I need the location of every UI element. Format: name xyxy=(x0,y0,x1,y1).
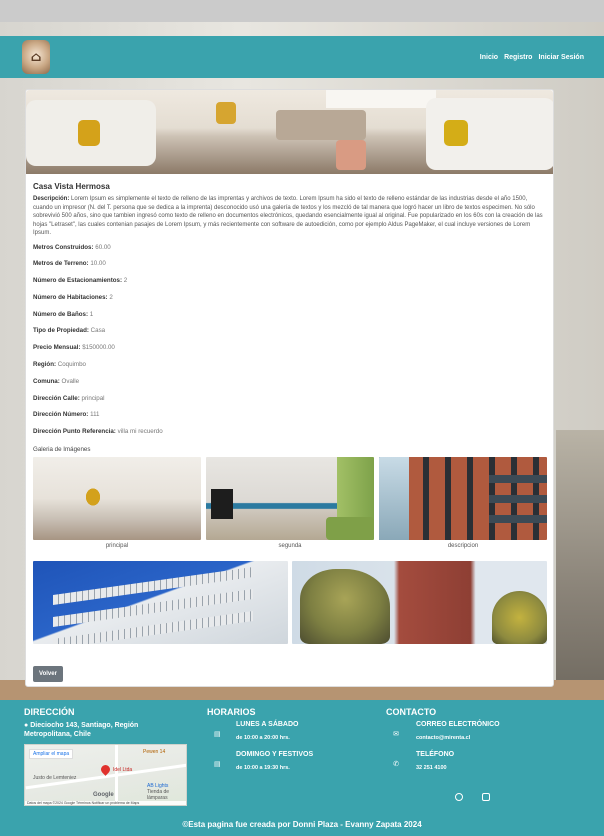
site-logo[interactable]: ⌂ xyxy=(22,40,50,74)
facebook-icon[interactable] xyxy=(455,793,463,801)
footer-copyright: ©Esta pagina fue creada por Donni Plaza … xyxy=(182,820,422,829)
field-metros-terreno: Metros de Terreno: 10.00 xyxy=(33,260,106,268)
gallery-caption: descripcion xyxy=(447,543,479,550)
footer-direccion-title: DIRECCIÓN xyxy=(24,707,75,717)
footer: DIRECCIÓN ● Dieciocho 143, Santiago, Reg… xyxy=(0,700,604,836)
gallery-image-descripcion[interactable] xyxy=(379,457,547,541)
nav-link-iniciar-sesion[interactable]: Iniciar Sesión xyxy=(538,54,584,61)
envelope-icon: ✉ xyxy=(393,731,399,738)
footer-contacto-title: CONTACTO xyxy=(386,707,437,717)
contacto-label: CORREO ELECTRÓNICO xyxy=(416,721,500,728)
browser-top-strip xyxy=(0,0,604,22)
gallery-image-principal[interactable] xyxy=(33,457,201,541)
field-region: Región: Coquimbo xyxy=(33,361,86,369)
footer-address: ● Dieciocho 143, Santiago, Región Metrop… xyxy=(24,722,139,738)
background-sofa xyxy=(556,430,604,700)
horario-value: de 10:00 a 19:30 hrs. xyxy=(236,765,290,771)
map-label: Justo de Lemteniez xyxy=(33,775,77,781)
field-direccion-numero: Dirección Número: 111 xyxy=(33,411,100,419)
google-map[interactable]: Ampliar el mapa Pewen 14 Idel Ltda Justo… xyxy=(24,744,187,806)
contacto-email[interactable]: contacto@mirenta.cl xyxy=(416,735,470,741)
map-ampliar-link[interactable]: Ampliar el mapa xyxy=(29,749,74,759)
field-precio-mensual: Precio Mensual: $150000.00 xyxy=(33,344,115,352)
field-banos: Número de Baños: 1 xyxy=(33,310,94,318)
volver-button[interactable]: Volver xyxy=(33,666,63,682)
field-punto-referencia: Dirección Punto Referencia: villa mi rec… xyxy=(33,428,163,436)
field-tipo-propiedad: Tipo de Propiedad: Casa xyxy=(33,327,106,335)
property-description: Descripción: Lorem Ipsum es simplemente … xyxy=(33,196,543,236)
gallery-caption: principal xyxy=(105,543,129,550)
map-label: Pewen 14 xyxy=(143,749,166,755)
property-card: Casa Vista Hermosa Descripción: Lorem Ip… xyxy=(25,89,554,687)
image-gallery: principal segunda descripcion xyxy=(33,457,547,647)
property-title: Casa Vista Hermosa xyxy=(33,182,110,191)
map-footnote: Datos del mapa ©2024 Google Términos Not… xyxy=(25,801,186,805)
nav-link-inicio[interactable]: Inicio xyxy=(480,54,498,61)
gallery-title: Galeria de Imágenes xyxy=(33,446,91,454)
gallery-image-segunda[interactable] xyxy=(206,457,374,541)
horario-value: de 10:00 a 20:00 hrs. xyxy=(236,735,290,741)
field-estacionamientos: Número de Estacionamientos: 2 xyxy=(33,277,128,285)
field-comuna: Comuna: Ovalle xyxy=(33,377,80,385)
map-label: Idel Ltda xyxy=(113,767,133,773)
gallery-caption: segunda xyxy=(278,543,302,550)
contacto-label: TELÉFONO xyxy=(416,751,455,758)
nav-link-registro[interactable]: Registro xyxy=(504,54,532,61)
field-metros-construidos: Metros Construidos: 60.00 xyxy=(33,243,111,251)
field-direccion-calle: Dirección Calle: principal xyxy=(33,394,105,402)
gallery-image-building[interactable] xyxy=(33,561,288,645)
field-habitaciones: Número de Habitaciones: 2 xyxy=(33,293,113,301)
calendar-icon: ▤ xyxy=(214,731,221,738)
phone-icon: ✆ xyxy=(393,761,399,768)
nav-links: Inicio Registro Iniciar Sesión xyxy=(480,54,584,61)
map-label: Tienda de lámparas xyxy=(147,789,170,801)
google-logo: Google xyxy=(93,792,114,798)
gallery-image-tower[interactable] xyxy=(292,561,547,645)
contacto-phone: 32 251 4100 xyxy=(416,765,447,771)
horario-label: DOMINGO Y FESTIVOS xyxy=(236,751,314,758)
horario-label: LUNES A SÁBADO xyxy=(236,721,299,728)
instagram-icon[interactable] xyxy=(482,793,490,801)
calendar-icon: ▤ xyxy=(214,761,221,768)
footer-horarios-title: HORARIOS xyxy=(207,707,256,717)
navbar: ⌂ Inicio Registro Iniciar Sesión xyxy=(0,36,604,78)
property-hero-image xyxy=(26,90,553,174)
